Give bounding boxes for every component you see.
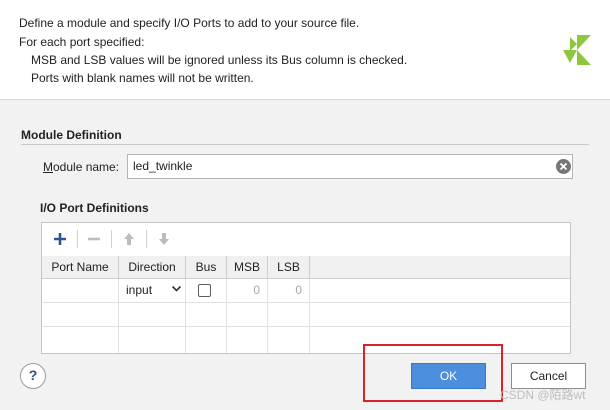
- toolbar-separator: [146, 230, 147, 248]
- msb-cell[interactable]: 0: [227, 279, 268, 303]
- bus-cell: [186, 279, 227, 303]
- help-button[interactable]: ?: [20, 363, 46, 389]
- empty-cell: [268, 327, 310, 353]
- module-definition-title: Module Definition: [21, 128, 122, 142]
- direction-select[interactable]: input: [119, 279, 186, 303]
- column-header-direction[interactable]: Direction: [119, 256, 186, 279]
- section-divider: [21, 144, 589, 145]
- column-header-filler: [310, 256, 570, 279]
- bus-checkbox[interactable]: [198, 284, 211, 297]
- empty-cell: [268, 303, 310, 327]
- empty-cell: [186, 303, 227, 327]
- io-port-definitions-title: I/O Port Definitions: [40, 201, 149, 215]
- clear-icon[interactable]: [555, 158, 572, 175]
- toolbar-separator: [77, 230, 78, 248]
- column-header-lsb[interactable]: LSB: [268, 256, 310, 279]
- move-up-icon: [124, 233, 134, 245]
- watermark: CSDN @陌路wt: [500, 388, 586, 402]
- header-line-2: For each port specified:: [19, 35, 145, 49]
- move-down-icon: [159, 233, 169, 245]
- empty-cell: [119, 327, 186, 353]
- empty-cell: [186, 327, 227, 353]
- lsb-cell[interactable]: 0: [268, 279, 310, 303]
- toolbar-separator: [111, 230, 112, 248]
- column-header-msb[interactable]: MSB: [227, 256, 268, 279]
- move-up-button[interactable]: [117, 227, 141, 251]
- column-header-port-name[interactable]: Port Name: [42, 256, 119, 279]
- vivado-logo-icon: [563, 35, 591, 65]
- io-port-panel: Port Name Direction Bus MSB LSB input 0 …: [41, 222, 571, 354]
- filler-cell: [310, 279, 570, 303]
- move-down-button[interactable]: [152, 227, 176, 251]
- empty-cell: [310, 303, 570, 327]
- empty-cell: [42, 303, 119, 327]
- empty-cell: [119, 303, 186, 327]
- remove-port-button[interactable]: [82, 227, 106, 251]
- port-table: Port Name Direction Bus MSB LSB input 0 …: [42, 256, 570, 353]
- annotation-highlight-box: [363, 344, 503, 402]
- port-toolbar: [42, 223, 570, 255]
- header-line-4: Ports with blank names will not be writt…: [31, 71, 254, 85]
- module-name-label: Module name:: [43, 160, 120, 174]
- chevron-down-icon: [171, 285, 182, 292]
- header-line-1: Define a module and specify I/O Ports to…: [19, 16, 360, 30]
- empty-cell: [227, 303, 268, 327]
- dialog-header: Define a module and specify I/O Ports to…: [0, 0, 610, 100]
- port-name-cell[interactable]: [42, 279, 119, 303]
- direction-value: input: [126, 283, 153, 297]
- empty-cell: [227, 327, 268, 353]
- remove-icon: [88, 237, 100, 241]
- column-header-bus[interactable]: Bus: [186, 256, 227, 279]
- empty-cell: [42, 327, 119, 353]
- header-line-3: MSB and LSB values will be ignored unles…: [31, 53, 408, 67]
- add-port-button[interactable]: [48, 227, 72, 251]
- module-name-input[interactable]: led_twinkle: [127, 154, 573, 179]
- add-icon: [54, 233, 66, 245]
